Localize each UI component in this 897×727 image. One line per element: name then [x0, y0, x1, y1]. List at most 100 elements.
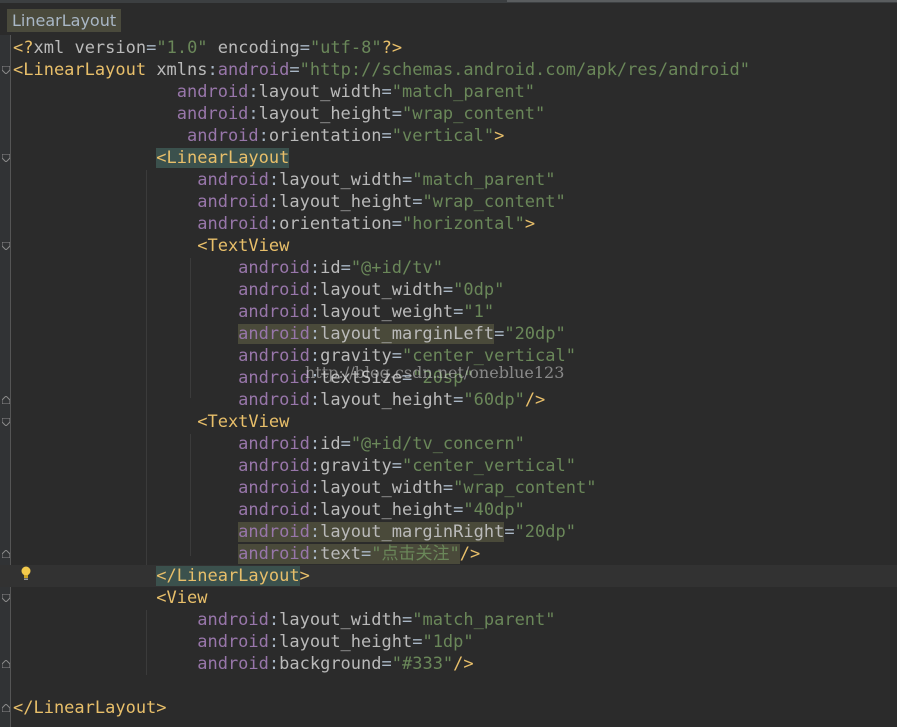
code-line[interactable]: android:layout_height="60dp"/> [13, 389, 897, 411]
fold-marker-icon[interactable] [2, 66, 10, 74]
attr-value: "40dp" [463, 500, 525, 520]
namespace-prefix: android [238, 324, 310, 344]
code-line[interactable]: android:orientation="horizontal"> [13, 213, 897, 235]
attr-name: version [74, 38, 147, 58]
code-line[interactable]: <TextView [13, 411, 897, 433]
attr-name: id [320, 434, 341, 454]
attr-name: id [320, 258, 341, 278]
code-line[interactable]: android:layout_marginRight="20dp" [13, 521, 897, 543]
code-line[interactable]: </LinearLayout> [13, 697, 897, 719]
attr-value: 点击关注 [381, 544, 450, 564]
attr-value: "1" [463, 302, 495, 322]
attr-name: orientation [279, 214, 392, 234]
code-line[interactable]: <View [13, 587, 897, 609]
watermark-text: http://blog.csdn.net/oneblue123 [305, 363, 565, 382]
gutter-divider [10, 35, 11, 727]
namespace-prefix: android [238, 544, 310, 564]
fold-marker-icon[interactable] [2, 594, 10, 602]
code-line-empty[interactable] [13, 675, 897, 697]
namespace-prefix: android [176, 104, 249, 124]
fold-marker-icon[interactable] [2, 660, 10, 668]
namespace-prefix: android [238, 302, 310, 322]
breadcrumb-bar: LinearLayout [0, 3, 897, 35]
fold-marker-icon[interactable] [2, 154, 10, 162]
code-line[interactable]: <LinearLayout [13, 147, 897, 169]
code-line[interactable]: android:background="#333"/> [13, 653, 897, 675]
lightbulb-icon[interactable] [19, 565, 35, 583]
code-line[interactable]: <TextView [13, 235, 897, 257]
attr-name: layout_height [320, 390, 454, 410]
namespace-prefix: android [238, 280, 310, 300]
code-line[interactable]: android:layout_height="40dp" [13, 499, 897, 521]
code-line[interactable]: android:layout_width="match_parent" [13, 609, 897, 631]
code-line[interactable]: android:layout_width="0dp" [13, 279, 897, 301]
code-line[interactable]: android:layout_marginLeft="20dp" [13, 323, 897, 345]
attr-value: "0dp" [453, 280, 505, 300]
attr-value: "match_parent" [391, 82, 536, 102]
pi-open: <? [13, 38, 34, 58]
breadcrumb-item-linearlayout[interactable]: LinearLayout [7, 9, 122, 32]
attr-value: "#333" [391, 654, 454, 674]
code-line[interactable]: android:layout_height="wrap_content" [13, 103, 897, 125]
code-line[interactable]: android:layout_weight="1" [13, 301, 897, 323]
attr-name: layout_width [258, 82, 382, 102]
namespace-prefix: android [238, 478, 310, 498]
editor-gutter[interactable] [0, 35, 10, 727]
attr-name: layout_width [279, 610, 402, 630]
namespace-prefix: android [238, 456, 310, 476]
code-line[interactable]: android:layout_height="wrap_content" [13, 191, 897, 213]
pi-name: xml [33, 38, 65, 58]
attr-value: "60dp" [463, 390, 525, 410]
tag-close: > [524, 214, 536, 234]
attr-name: orientation [268, 126, 382, 146]
code-line[interactable]: android:layout_width="match_parent" [13, 81, 897, 103]
attr-value: "wrap_content" [453, 478, 597, 498]
attr-name: gravity [320, 456, 392, 476]
code-line[interactable]: android:id="@+id/tv_concern" [13, 433, 897, 455]
attr-name: layout_width [320, 280, 443, 300]
code-line[interactable]: android:layout_width="wrap_content" [13, 477, 897, 499]
code-line[interactable]: android:layout_width="match_parent" [13, 169, 897, 191]
namespace-prefix: android [197, 632, 269, 652]
code-line[interactable]: android:id="@+id/tv" [13, 257, 897, 279]
pi-close: ?> [381, 38, 403, 58]
xml-tag: <TextView [197, 412, 290, 432]
attr-name: layout_weight [320, 302, 454, 322]
namespace-prefix: android [238, 434, 310, 454]
namespace-prefix: android [238, 522, 310, 542]
fold-marker-icon[interactable] [2, 550, 10, 558]
attr-value: "utf-8" [309, 38, 382, 58]
fold-marker-icon[interactable] [2, 396, 10, 404]
xml-tag: <LinearLayout [13, 60, 147, 80]
attr-value: "wrap_content" [422, 192, 566, 212]
attr-name: layout_height [320, 500, 454, 520]
code-line[interactable]: android:gravity="center_vertical" [13, 455, 897, 477]
fold-marker-icon[interactable] [2, 704, 10, 712]
attr-name: layout_marginRight [320, 522, 505, 542]
tag-close: > [156, 698, 167, 718]
namespace-prefix: android [238, 346, 310, 366]
code-line[interactable]: <LinearLayout xmlns:android="http://sche… [13, 59, 897, 81]
code-line[interactable]: android:text="点击关注"/> [13, 543, 897, 565]
code-line[interactable]: <?xml version="1.0" encoding="utf-8"?> [13, 37, 897, 59]
namespace-prefix: android [197, 170, 269, 190]
code-line[interactable]: android:layout_height="1dp" [13, 631, 897, 653]
namespace-prefix: android [238, 368, 310, 388]
namespace-prefix: android [197, 654, 269, 674]
attr-value: "http://schemas.android.com/apk/res/andr… [299, 60, 750, 80]
fold-marker-icon[interactable] [2, 418, 10, 426]
namespace-prefix: android [197, 192, 269, 212]
code-line-current[interactable]: </LinearLayout> [0, 565, 897, 587]
namespace-prefix: android [217, 60, 290, 80]
attr-value: "1.0" [156, 38, 208, 58]
attr-name: layout_height [258, 104, 392, 124]
quote: " [371, 544, 382, 564]
fold-marker-icon[interactable] [2, 242, 10, 250]
tag-close: /> [524, 390, 546, 410]
xml-tag: </LinearLayout [13, 698, 157, 718]
tag-close: /> [459, 544, 481, 564]
tag-close: /> [453, 654, 474, 674]
code-line[interactable]: android:orientation="vertical"> [13, 125, 897, 147]
tag-close: > [494, 126, 505, 146]
attr-name: layout_width [320, 478, 443, 498]
